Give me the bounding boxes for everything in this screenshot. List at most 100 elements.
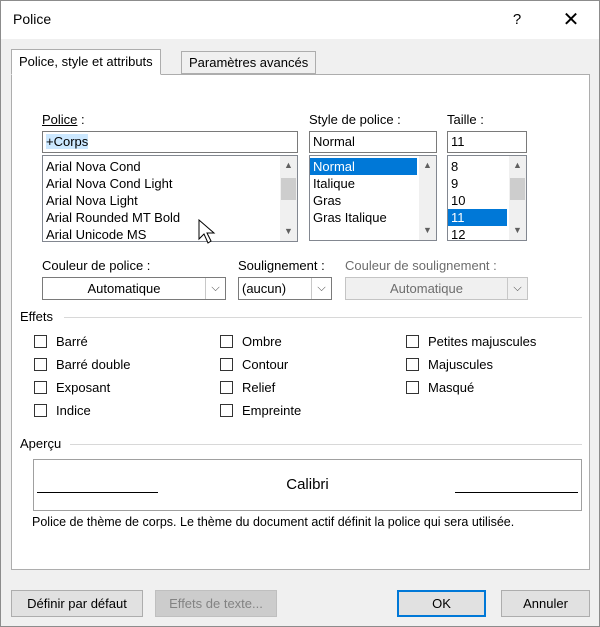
checkbox-label: Ombre (242, 334, 282, 349)
underline-value: (aucun) (242, 281, 287, 296)
ok-button[interactable]: OK (397, 590, 486, 617)
checkbox-label: Barré (56, 334, 88, 349)
size-label: Taille : (447, 112, 484, 127)
font-style-list[interactable]: Normal Italique Gras Gras Italique ▲ ▼ (309, 155, 437, 241)
checkbox-label: Majuscules (428, 357, 494, 372)
checkbox-box[interactable] (34, 404, 47, 417)
ok-label: OK (432, 596, 451, 611)
style-list-item[interactable]: Italique (310, 175, 417, 192)
font-list[interactable]: Arial Nova Cond Arial Nova Cond Light Ar… (42, 155, 298, 242)
size-list-item[interactable]: 9 (448, 175, 507, 192)
scroll-down-icon[interactable]: ▼ (509, 222, 526, 239)
style-list-item-selected[interactable]: Normal (310, 158, 417, 175)
checkbox-label: Relief (242, 380, 276, 395)
checkbox-box[interactable] (406, 335, 419, 348)
size-list-item[interactable]: 12 (448, 226, 507, 240)
underline-select[interactable]: (aucun) ⌵ (238, 277, 332, 300)
style-label: Style de police : (309, 112, 401, 127)
effects-title: Effets (20, 309, 54, 324)
tab-advanced-label: Paramètres avancés (189, 55, 309, 70)
font-dialog: Police ? ✕ Police, style et attributs Pa… (0, 0, 600, 627)
font-label-text: Police (42, 112, 78, 127)
underline-color-label: Couleur de soulignement : (345, 258, 497, 273)
size-list-item[interactable]: 10 (448, 192, 507, 209)
font-list-item[interactable]: Arial Rounded MT Bold (43, 209, 297, 226)
checkbox-label: Barré double (56, 357, 131, 372)
checkbox-label: Exposant (56, 380, 111, 395)
font-list-item[interactable]: Arial Unicode MS (43, 226, 297, 241)
style-list-item[interactable]: Gras (310, 192, 417, 209)
font-size-value: 11 (451, 134, 465, 149)
underline-color-select: Automatique ⌵ (345, 277, 528, 300)
font-label: Police : (42, 112, 85, 127)
checkbox-box[interactable] (34, 381, 47, 394)
help-icon[interactable]: ? (497, 5, 537, 35)
close-icon[interactable]: ✕ (551, 5, 591, 35)
preview-description: Police de thème de corps. Le thème du do… (32, 515, 515, 529)
scroll-up-icon[interactable]: ▲ (509, 157, 526, 174)
preview-sample: Calibri (286, 476, 329, 493)
tab-panel: Police : Style de police : Taille : +Cor… (11, 74, 590, 570)
font-size-input[interactable]: 11 (447, 131, 527, 153)
tab-advanced[interactable]: Paramètres avancés (181, 51, 317, 74)
preview-divider (70, 444, 582, 445)
font-name-value: +Corps (46, 134, 89, 149)
chevron-down-icon: ⌵ (507, 278, 527, 299)
checkbox-box[interactable] (220, 358, 233, 371)
scroll-up-icon[interactable]: ▲ (280, 157, 297, 174)
set-default-label: Définir par défaut (27, 596, 127, 611)
font-list-item[interactable]: Arial Nova Cond (43, 158, 297, 175)
checkbox-box[interactable] (220, 381, 233, 394)
style-list-scrollbar[interactable]: ▲ ▼ (419, 156, 436, 240)
font-list-item[interactable]: Arial Nova Cond Light (43, 175, 297, 192)
preview-title: Aperçu (20, 436, 62, 451)
size-list-item-selected[interactable]: 11 (448, 209, 507, 226)
font-list-scrollbar[interactable]: ▲ ▼ (280, 156, 297, 241)
chevron-down-icon: ⌵ (205, 278, 225, 299)
font-color-select[interactable]: Automatique ⌵ (42, 277, 226, 300)
checkbox-label: Petites majuscules (428, 334, 537, 349)
checkbox-box[interactable] (220, 335, 233, 348)
window-title: Police (13, 11, 52, 27)
cancel-label: Annuler (523, 596, 568, 611)
scroll-down-icon[interactable]: ▼ (419, 222, 436, 239)
font-color-value: Automatique (87, 281, 161, 296)
underline-color-value: Automatique (390, 281, 463, 296)
style-list-item[interactable]: Gras Italique (310, 209, 417, 226)
checkbox-box[interactable] (34, 335, 47, 348)
checkbox-label: Empreinte (242, 403, 302, 418)
scroll-down-icon[interactable]: ▼ (280, 223, 297, 240)
font-size-list[interactable]: 8 9 10 11 12 ▲ ▼ (447, 155, 527, 241)
tab-font-style-label: Police, style et attributs (19, 54, 153, 69)
mouse-cursor-icon (198, 219, 216, 244)
font-color-label: Couleur de police : (42, 258, 151, 273)
font-label-colon: : (77, 112, 85, 127)
scroll-up-icon[interactable]: ▲ (419, 157, 436, 174)
checkbox-label: Masqué (428, 380, 475, 395)
underline-label: Soulignement : (238, 258, 325, 273)
cancel-button[interactable]: Annuler (501, 590, 590, 617)
chevron-down-icon: ⌵ (311, 278, 331, 299)
font-style-value: Normal (313, 134, 355, 149)
tab-font-style[interactable]: Police, style et attributs (11, 49, 161, 75)
checkbox-box[interactable] (406, 381, 419, 394)
effects-divider (64, 317, 582, 318)
checkbox-label: Contour (242, 357, 289, 372)
checkbox-box[interactable] (220, 404, 233, 417)
scroll-thumb[interactable] (281, 178, 296, 200)
preview-line-right (455, 492, 578, 493)
font-style-input[interactable]: Normal (309, 131, 437, 153)
scroll-thumb[interactable] (510, 178, 525, 200)
title-bar: Police ? ✕ (1, 1, 599, 39)
preview-box: Calibri (33, 459, 582, 511)
size-list-item[interactable]: 8 (448, 158, 507, 175)
font-list-item[interactable]: Arial Nova Light (43, 192, 297, 209)
set-default-button[interactable]: Définir par défaut (11, 590, 143, 617)
font-name-input[interactable]: +Corps (42, 131, 298, 153)
checkbox-label: Indice (56, 403, 91, 418)
text-effects-label: Effets de texte... (169, 596, 263, 611)
size-list-scrollbar[interactable]: ▲ ▼ (509, 156, 526, 240)
checkbox-box[interactable] (406, 358, 419, 371)
checkbox-box[interactable] (34, 358, 47, 371)
text-effects-button: Effets de texte... (155, 590, 277, 617)
